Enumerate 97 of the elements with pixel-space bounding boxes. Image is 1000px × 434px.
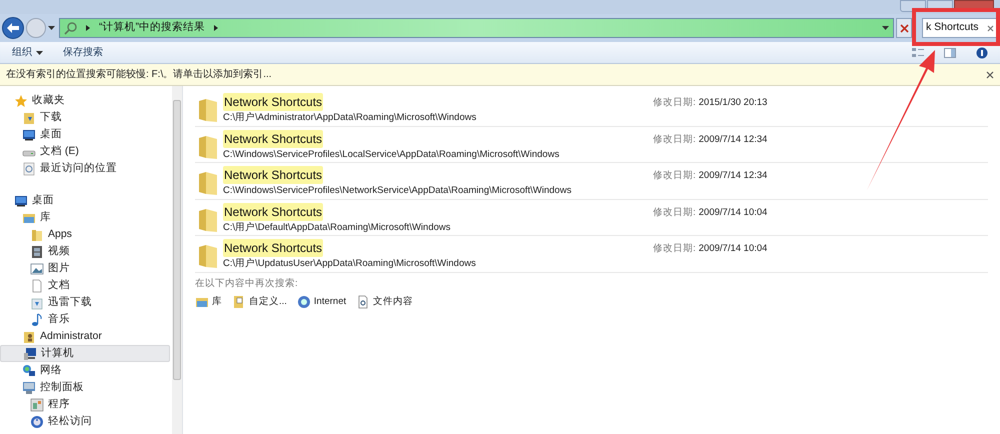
view-options-icon[interactable]: [912, 48, 924, 58]
computer-icon: [23, 346, 37, 360]
nav-item[interactable]: 音乐: [0, 311, 170, 328]
search-location-link[interactable]: Internet: [296, 294, 346, 309]
close-icon[interactable]: [986, 70, 994, 78]
nav-item[interactable]: 程序: [0, 396, 170, 413]
chevron-icon: [213, 25, 219, 31]
nav-item[interactable]: 文档: [0, 277, 170, 294]
date-value: 2009/7/14 10:04: [698, 242, 768, 256]
nav-item[interactable]: 图片: [0, 260, 170, 277]
nav-item[interactable]: 库: [0, 209, 170, 226]
result-row[interactable]: Network Shortcuts C:\用户\UpdatusUser\AppData\Roaming\Microsoft\Windows 修改日期: 2009/7/14 10:04: [195, 236, 988, 272]
folder-icon: [30, 228, 44, 242]
star-icon: [14, 94, 28, 108]
scroll-thumb[interactable]: [173, 100, 181, 380]
file-search-icon: [356, 294, 370, 309]
save-search-button[interactable]: 保存搜索: [63, 45, 103, 60]
dropdown-icon: [882, 26, 889, 30]
address-bar[interactable]: “计算机”中的搜索结果: [59, 18, 894, 38]
nav-item[interactable]: 下载: [0, 109, 170, 126]
file-name[interactable]: Network Shortcuts: [223, 202, 324, 220]
date-value: 2015/1/30 20:13: [698, 96, 768, 110]
search-location-link[interactable]: 文件内容: [356, 294, 414, 309]
download-icon: [30, 296, 44, 310]
caret-icon: [36, 50, 43, 54]
file-name[interactable]: Network Shortcuts: [223, 166, 324, 184]
file-path: C:\Windows\ServiceProfiles\NetworkService\AppData\Roaming\Microsoft\Windows: [223, 184, 572, 198]
result-row[interactable]: Network Shortcuts C:\用户\Administrator\AppData\Roaming\Microsoft\Windows 修改日期: 2015/1/30 20:13: [195, 90, 988, 126]
organize-menu[interactable]: 组织: [12, 45, 43, 60]
back-button[interactable]: [2, 17, 24, 39]
date-value: 2009/7/14 12:34: [698, 132, 768, 146]
network-icon: [22, 364, 36, 378]
date-value: 2009/7/14 12:34: [698, 169, 768, 183]
recent-places-icon: [22, 162, 36, 176]
left-arrow-icon: [7, 23, 19, 33]
info-bar[interactable]: 在没有索引的位置搜索可能较慢: F:\。请单击以添加到索引...: [0, 64, 1000, 86]
nav-item[interactable]: 文档 (E): [0, 143, 170, 160]
file-name[interactable]: Network Shortcuts: [223, 93, 324, 111]
globe-icon: [296, 294, 311, 309]
caret-icon: [48, 26, 55, 30]
folder-icon: [197, 134, 219, 160]
custom-folder-icon: [232, 294, 246, 309]
folder-icon: [197, 206, 219, 232]
help-icon[interactable]: [976, 46, 988, 58]
control-panel-icon: [22, 380, 36, 394]
nav-item[interactable]: 控制面板: [0, 379, 170, 396]
music-note-icon: [30, 312, 44, 326]
search-field[interactable]: k Shortcuts: [922, 18, 998, 38]
date-label: 修改日期:: [653, 206, 696, 220]
nav-item[interactable]: 网络: [0, 362, 170, 379]
nav-item[interactable]: Apps: [0, 226, 170, 243]
clear-icon[interactable]: [987, 24, 994, 32]
breadcrumb[interactable]: “计算机”中的搜索结果: [99, 20, 205, 36]
nav-item[interactable]: 桌面: [0, 192, 170, 209]
nav-item[interactable]: 桌面: [0, 126, 170, 143]
file-path: C:\用户\UpdatusUser\AppData\Roaming\Microsoft\Windows: [223, 257, 476, 271]
search-again-title: 在以下内容中再次搜索:: [195, 276, 299, 290]
user-folder-icon: [22, 330, 36, 344]
nav-item[interactable]: 轻松访问: [0, 413, 170, 430]
nav-item[interactable]: 计算机: [0, 345, 170, 362]
result-row[interactable]: Network Shortcuts C:\Windows\ServiceProfiles\NetworkService\AppData\Roaming\Microsoft\Windows 修改日期: 2009/7/14 12:34: [195, 163, 988, 200]
file-path: C:\用户\Administrator\AppData\Roaming\Microsoft\Windows: [223, 111, 476, 125]
monitor-icon: [14, 194, 28, 208]
picture-icon: [30, 262, 44, 276]
folder-icon: [197, 243, 219, 269]
accessibility-icon: [30, 414, 44, 428]
file-path: C:\Windows\ServiceProfiles\LocalService\AppData\Roaming\Microsoft\Windows: [223, 148, 560, 162]
folder-icon: [197, 97, 219, 123]
close-icon: [900, 24, 908, 32]
file-name[interactable]: Network Shortcuts: [223, 239, 324, 257]
monitor-icon: [22, 128, 36, 142]
search-icon: [64, 22, 77, 34]
program-icon: [30, 398, 44, 412]
nav-item[interactable]: 迅雷下载: [0, 294, 170, 311]
result-row[interactable]: Network Shortcuts C:\用户\Default\AppData\Roaming\Microsoft\Windows 修改日期: 2009/7/14 10:04: [195, 200, 988, 236]
date-label: 修改日期:: [653, 96, 696, 110]
nav-item[interactable]: 最近访问的位置: [0, 160, 170, 177]
file-name[interactable]: Network Shortcuts: [223, 130, 324, 148]
result-row[interactable]: Network Shortcuts C:\Windows\ServiceProfiles\LocalService\AppData\Roaming\Microsoft\Windows 修改日期: 2009/7/14 12:34: [195, 126, 988, 163]
search-location-link[interactable]: 自定义...: [232, 294, 287, 309]
search-location-link[interactable]: 库: [195, 294, 222, 309]
date-label: 修改日期:: [653, 132, 696, 146]
chevron-icon: [85, 25, 91, 31]
nav-item[interactable]: 收藏夹: [0, 92, 170, 109]
scrollbar[interactable]: [172, 86, 182, 434]
nav-item[interactable]: 视频: [0, 243, 170, 260]
preview-pane-icon[interactable]: [944, 48, 956, 58]
date-label: 修改日期:: [653, 242, 696, 256]
document-icon: [30, 278, 44, 292]
date-value: 2009/7/14 10:04: [698, 206, 768, 220]
stop-button[interactable]: [896, 18, 912, 38]
nav-item[interactable]: Administrator: [0, 328, 170, 345]
date-label: 修改日期:: [653, 169, 696, 183]
film-icon: [30, 244, 44, 258]
file-path: C:\用户\Default\AppData\Roaming\Microsoft\Windows: [223, 220, 450, 234]
folder-icon: [197, 170, 219, 196]
folder-icon: [22, 110, 36, 124]
